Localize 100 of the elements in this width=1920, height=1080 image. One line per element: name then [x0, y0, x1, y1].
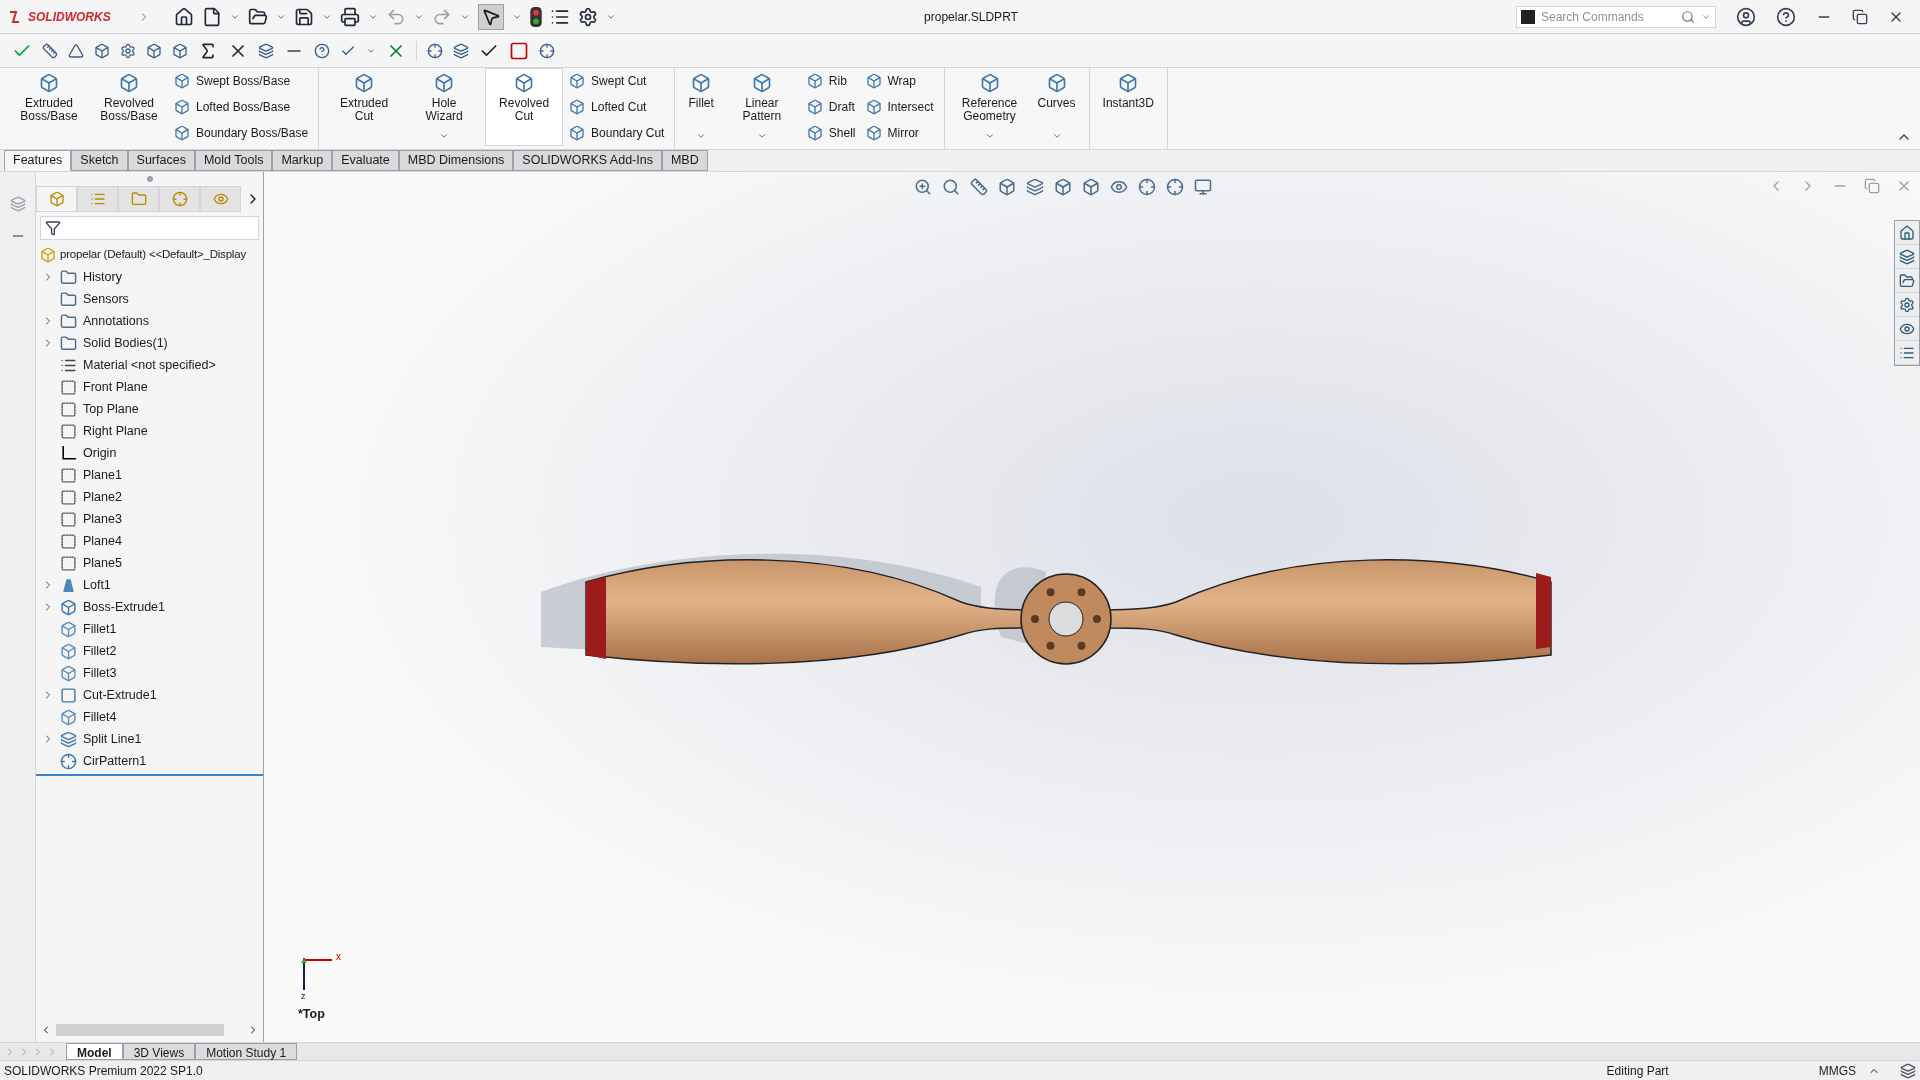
caret-icon[interactable] [439, 131, 450, 141]
ribbon-button[interactable]: Hole Wizard [405, 68, 484, 146]
command-tab[interactable]: Sketch [71, 150, 128, 171]
ribbon-button[interactable]: Mirror [861, 124, 938, 142]
splitter-handle[interactable] [146, 176, 153, 182]
restore-icon[interactable] [1852, 8, 1868, 25]
ribbon-button[interactable]: Lofted Boss/Base [170, 98, 313, 116]
save-icon[interactable] [294, 6, 314, 27]
view-tool-icon[interactable] [1110, 178, 1128, 196]
new-document-icon[interactable] [202, 6, 222, 27]
view-tool-icon[interactable] [1194, 178, 1212, 196]
tree-item[interactable]: Fillet3 [83, 663, 117, 683]
command-tab[interactable]: Features [4, 150, 72, 171]
tree-item[interactable]: Plane3 [83, 509, 122, 529]
view-tool-icon[interactable] [1054, 178, 1072, 196]
tree-item[interactable]: Front Plane [83, 377, 148, 397]
ribbon-button[interactable]: Instant3D [1095, 68, 1161, 146]
tree-item[interactable]: Fillet2 [83, 641, 117, 661]
view-tool-icon[interactable] [1138, 178, 1156, 196]
tree-item[interactable]: CirPattern1 [83, 751, 147, 771]
tree-item[interactable]: Material <not specified> [83, 355, 216, 375]
tree-item[interactable]: Cut-Extrude1 [83, 685, 157, 705]
tree-item[interactable]: Loft1 [83, 575, 111, 595]
ribbon-button[interactable]: Shell [802, 124, 860, 142]
command-tab[interactable]: Surfaces [127, 150, 195, 171]
caret-icon[interactable] [756, 131, 767, 141]
tree-item[interactable]: Plane1 [83, 465, 122, 485]
ribbon-button[interactable]: Reference Geometry [950, 68, 1029, 146]
tool-icon [1046, 73, 1067, 93]
tree-root[interactable]: propelar (Default) <<Default>_Display [60, 246, 246, 264]
tree-item[interactable]: Annotations [83, 311, 150, 331]
command-tab[interactable]: SOLIDWORKS Add-Ins [513, 150, 662, 171]
traffic-light-icon[interactable] [530, 6, 542, 27]
cube-icon[interactable] [172, 42, 188, 59]
caret-icon[interactable] [1051, 131, 1062, 141]
tree-item[interactable]: Split Line1 [83, 729, 142, 749]
model-tab[interactable]: Motion Study 1 [195, 1043, 298, 1060]
settings-icon[interactable] [578, 6, 598, 27]
model-tab[interactable]: Model [66, 1043, 123, 1060]
view-tool-icon[interactable] [1082, 178, 1100, 196]
tool-icon [119, 73, 139, 93]
view-tool-icon[interactable] [1026, 178, 1044, 196]
ribbon-button[interactable]: Swept Boss/Base [170, 72, 313, 90]
tree-item[interactable]: Solid Bodies(1) [83, 333, 168, 353]
scrollbar-thumb[interactable] [56, 1024, 224, 1036]
measure-icon[interactable] [42, 42, 58, 59]
manager-tab[interactable] [118, 186, 159, 212]
ribbon-button[interactable]: Swept Cut [565, 72, 669, 90]
open-folder-icon[interactable] [248, 6, 268, 27]
ribbon-button[interactable]: Rib [802, 72, 860, 90]
search-field[interactable]: Search Commands [1541, 7, 1675, 26]
tree-item[interactable]: Fillet4 [83, 707, 117, 727]
ribbon-button[interactable]: Extruded Boss/Base [10, 68, 88, 146]
tree-item[interactable]: Fillet1 [83, 619, 117, 639]
filter-field[interactable] [40, 216, 259, 240]
view-tool-icon[interactable] [942, 178, 960, 196]
command-tab[interactable]: Mold Tools [194, 150, 273, 171]
ribbon-button[interactable]: Boundary Cut [565, 124, 669, 142]
ribbon-button[interactable]: Revolved Cut [485, 68, 564, 146]
select-button[interactable] [478, 3, 504, 30]
tree-item[interactable]: Origin [83, 443, 117, 463]
command-tab[interactable]: MBD Dimensions [398, 150, 514, 171]
command-tab[interactable]: MBD [661, 150, 708, 171]
tree-item[interactable]: Boss-Extrude1 [83, 597, 165, 617]
ribbon-button[interactable]: Extruded Cut [325, 68, 404, 146]
tree-item[interactable]: Plane4 [83, 531, 122, 551]
caret-icon[interactable] [696, 131, 707, 141]
ribbon-button[interactable]: Lofted Cut [565, 98, 669, 116]
search-icon[interactable] [1681, 9, 1695, 24]
account-icon[interactable] [1736, 6, 1756, 27]
tree-item[interactable]: Right Plane [83, 421, 148, 441]
view-tool-icon[interactable] [998, 178, 1016, 196]
ribbon-button[interactable]: Wrap [861, 72, 938, 90]
manager-tab[interactable] [36, 186, 77, 212]
command-tab[interactable]: Evaluate [332, 150, 399, 171]
model-tab[interactable]: 3D Views [122, 1043, 196, 1060]
cut-icon [60, 686, 77, 704]
ribbon-button[interactable]: Intersect [861, 98, 938, 116]
tree-item[interactable]: Plane5 [83, 553, 122, 573]
search-box[interactable]: Search Commands [1516, 5, 1716, 28]
ribbon-button[interactable]: Curves [1030, 68, 1083, 146]
manager-tab[interactable] [159, 186, 200, 212]
folder-icon [130, 191, 147, 207]
view-tool-icon[interactable] [914, 178, 932, 196]
ribbon-button[interactable]: Fillet [681, 68, 721, 146]
tree-item[interactable]: Plane2 [83, 487, 122, 507]
print-icon[interactable] [340, 6, 360, 27]
tree-item[interactable]: History [83, 267, 122, 287]
view-tool-icon[interactable] [970, 178, 988, 196]
ribbon-button[interactable]: Linear Pattern [722, 68, 801, 146]
help-icon[interactable] [1776, 6, 1796, 27]
tree-item[interactable]: Sensors [83, 289, 129, 309]
tree-item[interactable]: Top Plane [83, 399, 139, 419]
view-tool-icon[interactable] [1166, 178, 1184, 196]
ribbon-button[interactable]: Boundary Boss/Base [170, 124, 313, 142]
command-tab[interactable]: Markup [272, 150, 333, 171]
home-icon[interactable] [174, 6, 194, 27]
ribbon-button[interactable]: Draft [802, 98, 860, 116]
ribbon-button[interactable]: Revolved Boss/Base [90, 68, 168, 146]
caret-icon[interactable] [984, 131, 995, 141]
